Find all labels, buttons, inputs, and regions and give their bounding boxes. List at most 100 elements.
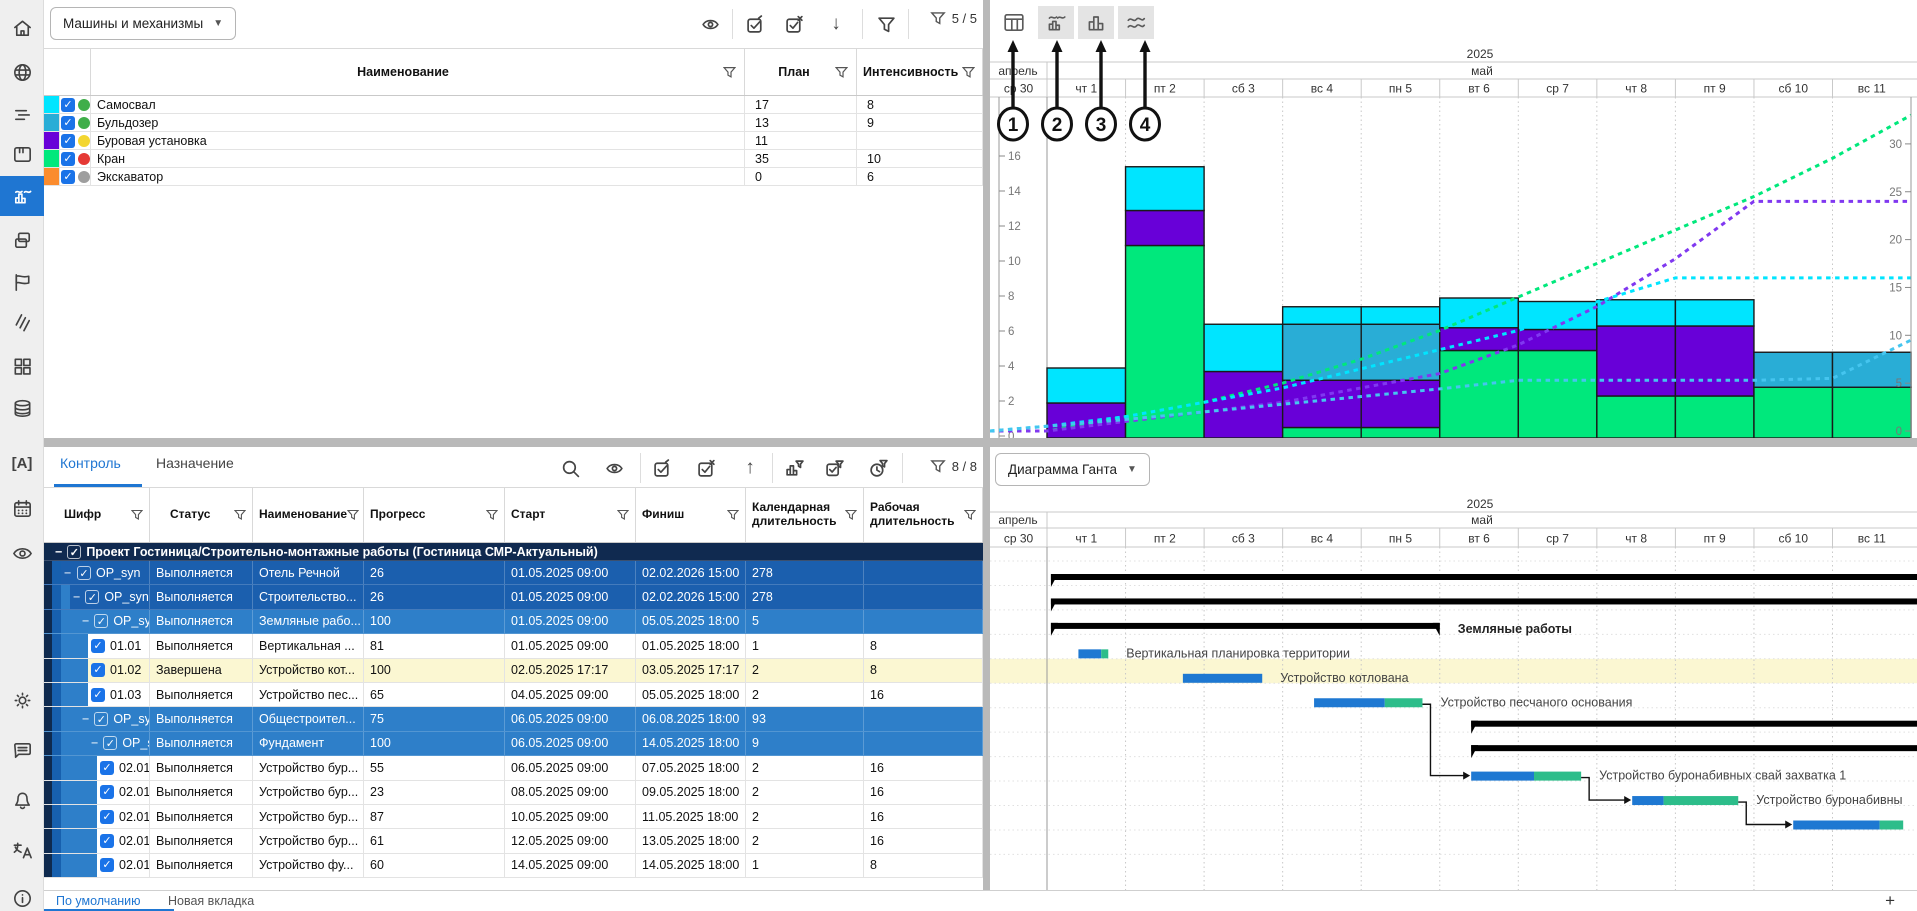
chart-filter-icon[interactable] <box>780 454 808 482</box>
sidebar-item-calendar[interactable] <box>0 488 44 528</box>
sidebar-item-hatch[interactable] <box>0 303 44 343</box>
row-checkbox[interactable]: ✓ <box>85 590 99 604</box>
sidebar-item-home[interactable] <box>0 8 44 48</box>
column-header-finish[interactable]: Финиш <box>636 488 746 542</box>
column-header-cal[interactable]: Календарная длительность <box>746 488 864 542</box>
row-checkbox[interactable]: ✓ <box>61 134 75 148</box>
expander-icon[interactable]: − <box>73 590 80 604</box>
sort-down-icon[interactable]: ↓ <box>822 10 850 38</box>
view-button-histogram-line-view[interactable] <box>1038 6 1074 39</box>
view-button-histogram-view[interactable] <box>1078 6 1114 39</box>
column-header-progress[interactable]: Прогресс <box>364 488 505 542</box>
eye-icon[interactable] <box>696 10 724 38</box>
sidebar-item-flag[interactable] <box>0 262 44 302</box>
filter-icon[interactable] <box>962 66 975 79</box>
tab-control[interactable]: Контроль <box>60 455 121 471</box>
filter-icon[interactable] <box>872 10 900 38</box>
expander-icon[interactable]: − <box>82 712 89 726</box>
horizontal-splitter[interactable] <box>44 438 1917 447</box>
sidebar-item-globe[interactable] <box>0 52 44 92</box>
column-header-plan[interactable]: План <box>745 49 857 95</box>
sidebar-item-info[interactable] <box>0 878 44 911</box>
resource-row[interactable]: ✓Самосвал178 <box>44 96 983 114</box>
tab-assignment[interactable]: Назначение <box>156 455 234 471</box>
sort-up-icon[interactable]: ↑ <box>736 454 764 482</box>
task-row[interactable]: ✓02.01.0ВыполняетсяУстройство фу...6014.… <box>44 854 983 878</box>
add-tab-button[interactable]: + <box>1885 891 1895 911</box>
filter-icon[interactable] <box>234 509 246 521</box>
column-header-code[interactable]: Шифр <box>44 488 150 542</box>
view-button-table-view[interactable] <box>996 6 1032 39</box>
row-checkbox[interactable]: ✓ <box>94 712 108 726</box>
sidebar-item-bell[interactable] <box>0 780 44 820</box>
task-row[interactable]: ✓01.02ЗавершенаУстройство кот...10002.05… <box>44 659 983 683</box>
row-checkbox[interactable]: ✓ <box>100 810 114 824</box>
filter-icon[interactable] <box>727 509 739 521</box>
resource-row[interactable]: ✓Экскаватор06 <box>44 168 983 186</box>
filter-icon[interactable] <box>617 509 629 521</box>
task-row[interactable]: −✓ОР_syn.ВыполняетсяЗемляные рабо...1000… <box>44 610 983 634</box>
sidebar-item-text-a[interactable]: [A] <box>0 443 44 483</box>
column-header-name[interactable]: Наименование <box>253 488 364 542</box>
filter-icon[interactable] <box>131 509 143 521</box>
task-row[interactable]: ✓02.01.0ВыполняетсяУстройство бур...2308… <box>44 781 983 805</box>
row-checkbox[interactable]: ✓ <box>91 663 105 677</box>
sidebar-item-eye[interactable] <box>0 533 44 573</box>
sidebar-item-chart[interactable] <box>0 176 44 216</box>
task-row[interactable]: ✓01.01ВыполняетсяВертикальная ...8101.05… <box>44 634 983 658</box>
sidebar-item-layers[interactable] <box>0 220 44 260</box>
row-checkbox[interactable]: ✓ <box>100 785 114 799</box>
column-header-status[interactable]: Статус <box>150 488 253 542</box>
gantt-view-dropdown[interactable]: Диаграмма Ганта ▼ <box>995 453 1150 486</box>
task-row[interactable]: −✓ОР_synВыполняетсяОтель Речной2601.05.2… <box>44 561 983 585</box>
workspace-tab-default[interactable]: По умолчанию <box>56 894 141 908</box>
filter-icon[interactable] <box>835 66 848 79</box>
clock-filter-icon[interactable] <box>864 454 892 482</box>
expander-icon[interactable]: − <box>91 736 98 750</box>
column-header-start[interactable]: Старт <box>505 488 636 542</box>
view-button-lines-view[interactable] <box>1118 6 1154 39</box>
resource-type-dropdown[interactable]: Машины и механизмы ▼ <box>50 7 236 40</box>
task-row[interactable]: ✓02.01.0ВыполняетсяУстройство бур...8710… <box>44 805 983 829</box>
row-checkbox[interactable]: ✓ <box>100 761 114 775</box>
filter-icon[interactable] <box>486 509 498 521</box>
sidebar-item-list[interactable] <box>0 94 44 134</box>
row-checkbox[interactable]: ✓ <box>91 639 105 653</box>
column-header-intensity[interactable]: Интенсивность <box>857 49 983 95</box>
eye-icon[interactable] <box>600 454 628 482</box>
resource-row[interactable]: ✓Буровая установка11 <box>44 132 983 150</box>
task-row[interactable]: ✓02.01.0ВыполняетсяУстройство бур...5506… <box>44 756 983 780</box>
sidebar-item-board[interactable] <box>0 134 44 174</box>
sidebar-item-database[interactable] <box>0 388 44 428</box>
search-icon[interactable] <box>556 454 584 482</box>
task-row[interactable]: −✓Проект Гостиница/Строительно-монтажные… <box>44 543 983 561</box>
row-checkbox[interactable]: ✓ <box>100 858 114 872</box>
column-header-work[interactable]: Рабочая длительность <box>864 488 983 542</box>
row-checkbox[interactable]: ✓ <box>91 688 105 702</box>
expander-icon[interactable]: − <box>82 614 89 628</box>
filter-icon[interactable] <box>723 66 736 79</box>
task-row[interactable]: ✓02.01.0ВыполняетсяУстройство бур...6112… <box>44 829 983 853</box>
sidebar-item-comment[interactable] <box>0 730 44 770</box>
sidebar-item-translate[interactable] <box>0 830 44 870</box>
check-all-icon[interactable] <box>741 10 769 38</box>
expander-icon[interactable]: − <box>55 545 62 559</box>
check-filter-icon[interactable] <box>820 454 848 482</box>
row-checkbox[interactable]: ✓ <box>61 170 75 184</box>
row-checkbox[interactable]: ✓ <box>103 736 117 750</box>
row-checkbox[interactable]: ✓ <box>94 614 108 628</box>
expander-icon[interactable]: − <box>64 566 72 580</box>
row-checkbox[interactable]: ✓ <box>77 566 91 580</box>
uncheck-all-icon[interactable] <box>780 10 808 38</box>
uncheck-all-icon[interactable] <box>692 454 720 482</box>
row-checkbox[interactable]: ✓ <box>100 834 114 848</box>
row-checkbox[interactable]: ✓ <box>61 98 75 112</box>
resource-row[interactable]: ✓Бульдозер139 <box>44 114 983 132</box>
sidebar-item-theme[interactable] <box>0 680 44 720</box>
task-row[interactable]: −✓ОР_syn.ВыполняетсяОбщестроител...7506.… <box>44 707 983 731</box>
resource-row[interactable]: ✓Кран3510 <box>44 150 983 168</box>
filter-icon[interactable] <box>347 509 359 521</box>
row-checkbox[interactable]: ✓ <box>67 545 81 559</box>
sidebar-item-grid[interactable] <box>0 346 44 386</box>
column-header-name[interactable]: Наименование <box>91 49 745 95</box>
